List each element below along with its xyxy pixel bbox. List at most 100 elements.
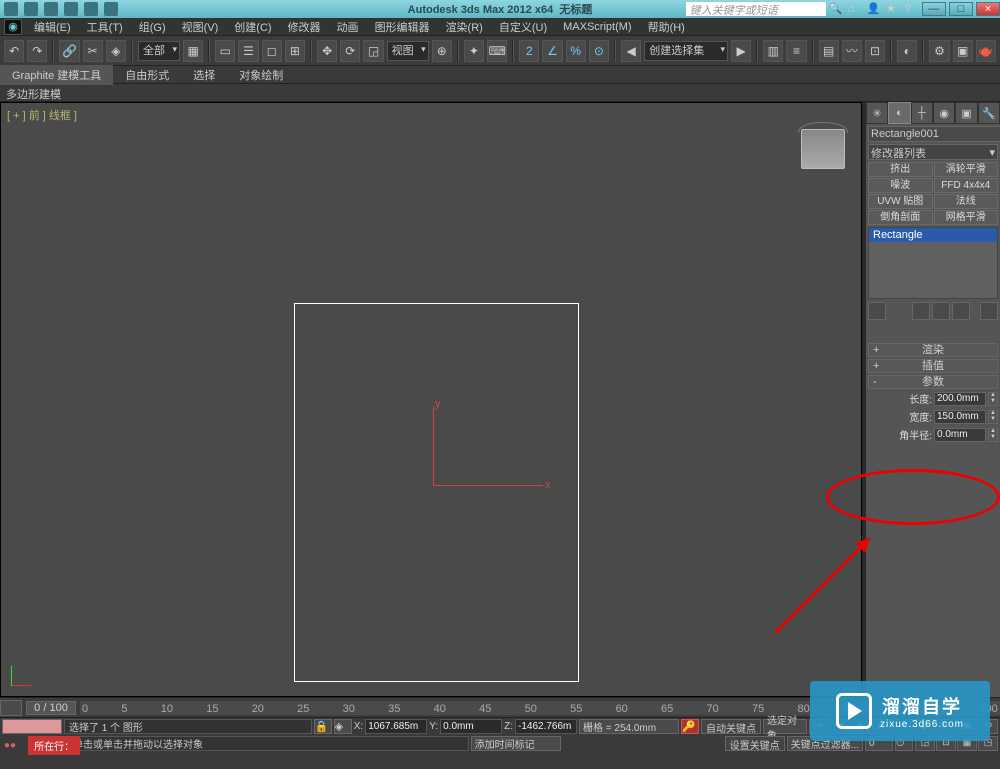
stack-item-rectangle[interactable]: Rectangle xyxy=(869,228,997,242)
manip-button[interactable]: ✦ xyxy=(464,40,484,62)
window-crossing-button[interactable]: ⊞ xyxy=(285,40,305,62)
rectangle-object[interactable] xyxy=(294,303,579,682)
menu-edit[interactable]: 编辑(E) xyxy=(26,19,79,35)
mirror-button[interactable]: ▥ xyxy=(763,40,783,62)
link-button[interactable]: 🔗 xyxy=(59,40,79,62)
maximize-button[interactable]: □ xyxy=(949,2,973,16)
home-icon[interactable]: ⌂ xyxy=(848,3,862,17)
set-key-button[interactable]: 🔑 xyxy=(681,719,699,734)
select-name-button[interactable]: ☰ xyxy=(238,40,258,62)
rendered-frame-button[interactable]: ▣ xyxy=(953,40,973,62)
named-sel-prev-button[interactable]: ◀ xyxy=(621,40,641,62)
material-editor-button[interactable]: ◐ xyxy=(897,40,917,62)
viewcube[interactable] xyxy=(801,129,845,169)
menu-group[interactable]: 组(G) xyxy=(131,19,174,35)
unlink-button[interactable]: ✂ xyxy=(83,40,103,62)
filter-button[interactable]: ▦ xyxy=(183,40,203,62)
snap-2d-button[interactable]: 2 xyxy=(519,40,539,62)
rollup-render[interactable]: +渲染 xyxy=(868,343,998,357)
menu-maxscript[interactable]: MAXScript(M) xyxy=(555,21,639,33)
qa-icon[interactable] xyxy=(64,2,78,16)
coord-display-icon[interactable]: ◈ xyxy=(334,719,352,734)
redo-button[interactable]: ↷ xyxy=(27,40,47,62)
auto-key-button[interactable]: 自动关键点 xyxy=(701,719,761,734)
ribbon-tab-freeform[interactable]: 自由形式 xyxy=(113,65,181,85)
y-input[interactable] xyxy=(440,719,502,734)
pin-stack-icon[interactable] xyxy=(868,302,886,320)
keyboard-button[interactable]: ⌨ xyxy=(487,40,507,62)
rotate-button[interactable]: ⟳ xyxy=(340,40,360,62)
snap-spinner-button[interactable]: ⊙ xyxy=(589,40,609,62)
layer-manager-button[interactable]: ▤ xyxy=(819,40,839,62)
menu-render[interactable]: 渲染(R) xyxy=(438,19,491,35)
x-input[interactable] xyxy=(365,719,427,734)
render-button[interactable]: 🫖 xyxy=(976,40,996,62)
ribbon-tab-paint[interactable]: 对象绘制 xyxy=(227,65,295,85)
viewport-label[interactable]: [ + ] 前 ] 线框 ] xyxy=(7,107,77,123)
viewport-front[interactable]: [ + ] 前 ] 线框 ] y x xyxy=(0,102,862,697)
magnifier-icon[interactable]: 🔍 xyxy=(829,2,843,16)
menu-customize[interactable]: 自定义(U) xyxy=(491,19,555,35)
mod-uvw-button[interactable]: UVW 贴图 xyxy=(868,194,933,209)
gizmo-x-axis[interactable] xyxy=(433,485,543,486)
align-button[interactable]: ≡ xyxy=(786,40,806,62)
mod-turbosmooth-button[interactable]: 涡轮平滑 xyxy=(934,162,999,177)
object-name-input[interactable] xyxy=(868,126,1000,142)
qa-icon[interactable] xyxy=(84,2,98,16)
star-icon[interactable]: ★ xyxy=(886,2,900,16)
hierarchy-tab-icon[interactable]: ┼ xyxy=(911,102,933,124)
radius-spinner[interactable]: ▲▼ xyxy=(988,428,998,442)
ref-coord-dropdown[interactable]: 视图 xyxy=(387,41,429,61)
undo-button[interactable]: ↶ xyxy=(4,40,24,62)
menu-tools[interactable]: 工具(T) xyxy=(79,19,131,35)
display-tab-icon[interactable]: ▣ xyxy=(955,102,977,124)
configure-sets-icon[interactable] xyxy=(980,302,998,320)
rollup-interp[interactable]: +插值 xyxy=(868,359,998,373)
menu-create[interactable]: 创建(C) xyxy=(226,19,279,35)
close-button[interactable]: × xyxy=(976,2,1000,16)
script-listener-icon[interactable] xyxy=(2,719,62,734)
z-input[interactable] xyxy=(515,719,577,734)
move-button[interactable]: ✥ xyxy=(317,40,337,62)
rect-region-button[interactable]: ◻ xyxy=(262,40,282,62)
add-time-tag-button[interactable]: 添加时间标记 xyxy=(471,736,561,751)
curve-editor-button[interactable]: 〰 xyxy=(842,40,862,62)
width-input[interactable] xyxy=(934,410,986,424)
menu-graph-editor[interactable]: 图形编辑器 xyxy=(367,19,438,35)
render-setup-button[interactable]: ⚙ xyxy=(929,40,949,62)
length-input[interactable] xyxy=(934,392,986,406)
minimize-button[interactable]: — xyxy=(922,2,946,16)
ribbon-tab-select[interactable]: 选择 xyxy=(181,65,227,85)
qa-icon[interactable] xyxy=(44,2,58,16)
qa-icon[interactable] xyxy=(4,2,18,16)
mod-ffd-button[interactable]: FFD 4x4x4 xyxy=(934,178,999,193)
mod-normal-button[interactable]: 法线 xyxy=(934,194,999,209)
menu-help[interactable]: 帮助(H) xyxy=(640,19,693,35)
time-config-icon[interactable] xyxy=(0,700,22,716)
radius-input[interactable] xyxy=(934,428,986,442)
create-tab-icon[interactable]: ✳ xyxy=(866,102,888,124)
mod-meshsmooth-button[interactable]: 网格平滑 xyxy=(934,210,999,225)
signin-icon[interactable]: 👤 xyxy=(867,2,881,16)
selection-scope-dropdown[interactable]: 全部 xyxy=(138,41,180,61)
modifier-stack[interactable]: Rectangle xyxy=(868,227,998,299)
help-search-input[interactable]: 键入关键字或短语 xyxy=(686,2,826,16)
bind-button[interactable]: ◈ xyxy=(106,40,126,62)
qa-icon[interactable] xyxy=(24,2,38,16)
mod-bevel-button[interactable]: 倒角剖面 xyxy=(868,210,933,225)
ribbon-tab-graphite[interactable]: Graphite 建模工具 xyxy=(0,65,113,85)
key-target-dropdown[interactable]: 选定对象 xyxy=(763,719,807,734)
make-unique-icon[interactable] xyxy=(932,302,950,320)
mod-extrude-button[interactable]: 挤出 xyxy=(868,162,933,177)
utility-tab-icon[interactable]: 🔧 xyxy=(978,102,1000,124)
modifier-list-dropdown[interactable]: 修改器列表 xyxy=(868,144,998,160)
remove-mod-icon[interactable] xyxy=(952,302,970,320)
menu-view[interactable]: 视图(V) xyxy=(174,19,227,35)
width-spinner[interactable]: ▲▼ xyxy=(988,410,998,424)
set-key-mode-button[interactable]: 设置关键点 xyxy=(725,736,785,751)
named-sel-next-button[interactable]: ▶ xyxy=(731,40,751,62)
motion-tab-icon[interactable]: ◉ xyxy=(933,102,955,124)
select-button[interactable]: ▭ xyxy=(215,40,235,62)
schematic-button[interactable]: ⊡ xyxy=(865,40,885,62)
lock-selection-icon[interactable]: 🔒 xyxy=(314,719,332,734)
